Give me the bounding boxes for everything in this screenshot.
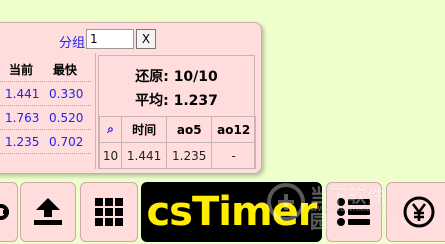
toolbar: csTimer xyxy=(0,180,445,244)
divider xyxy=(0,105,91,106)
donate-button[interactable] xyxy=(386,182,445,242)
divider xyxy=(0,129,91,130)
best-value[interactable]: 0.520 xyxy=(49,111,83,125)
col-time-header: 时间 xyxy=(120,116,168,143)
logo-text: csTimer xyxy=(146,189,317,235)
cstimer-logo[interactable]: csTimer xyxy=(141,182,322,242)
session-average: 平均: 1.237 xyxy=(135,93,218,109)
list-icon xyxy=(337,198,370,226)
session-label[interactable]: 分组 xyxy=(59,32,85,51)
list-button[interactable] xyxy=(326,182,382,242)
current-value[interactable]: 1.235 xyxy=(5,135,39,149)
solve-time[interactable]: 1.441 xyxy=(120,142,168,169)
divider xyxy=(0,81,91,82)
table-header-row: ⌕ 时间 ao5 ao12 xyxy=(99,116,256,143)
solve-index[interactable]: 10 xyxy=(99,142,122,169)
stats-panel: 分组 X 当前 最快 1.441 0.330 1.763 0.520 1.235… xyxy=(0,22,262,174)
solve-count: 还原: 10/10 xyxy=(135,69,218,85)
table-row[interactable]: 10 1.441 1.235 - xyxy=(99,142,256,169)
gear-icon xyxy=(0,204,9,220)
col-ao12-header: ao12 xyxy=(211,116,256,143)
session-input[interactable] xyxy=(86,29,134,49)
divider xyxy=(0,153,91,154)
session-clear-button[interactable]: X xyxy=(136,29,156,49)
current-value[interactable]: 1.763 xyxy=(5,111,39,125)
export-button[interactable] xyxy=(20,182,76,242)
col-ao5-header: ao5 xyxy=(166,116,213,143)
solve-ao12[interactable]: - xyxy=(211,142,256,169)
current-header: 当前 xyxy=(9,63,34,77)
solve-ao5[interactable]: 1.235 xyxy=(166,142,213,169)
search-icon[interactable]: ⌕ xyxy=(99,116,122,143)
summary-box: 还原: 10/10 平均: 1.237 ⌕ 时间 ao5 ao12 10 1.4… xyxy=(98,55,256,169)
tools-grid-button[interactable] xyxy=(80,182,138,242)
best-header: 最快 xyxy=(53,63,78,77)
times-table: ⌕ 时间 ao5 ao12 10 1.441 1.235 - xyxy=(99,116,256,169)
current-value[interactable]: 1.441 xyxy=(5,87,39,101)
best-value[interactable]: 0.702 xyxy=(49,135,83,149)
best-value[interactable]: 0.330 xyxy=(49,87,83,101)
grid-icon xyxy=(95,198,123,226)
vertical-divider xyxy=(95,53,96,169)
settings-button[interactable] xyxy=(0,182,18,242)
export-icon xyxy=(34,198,62,225)
yen-icon xyxy=(403,196,435,228)
